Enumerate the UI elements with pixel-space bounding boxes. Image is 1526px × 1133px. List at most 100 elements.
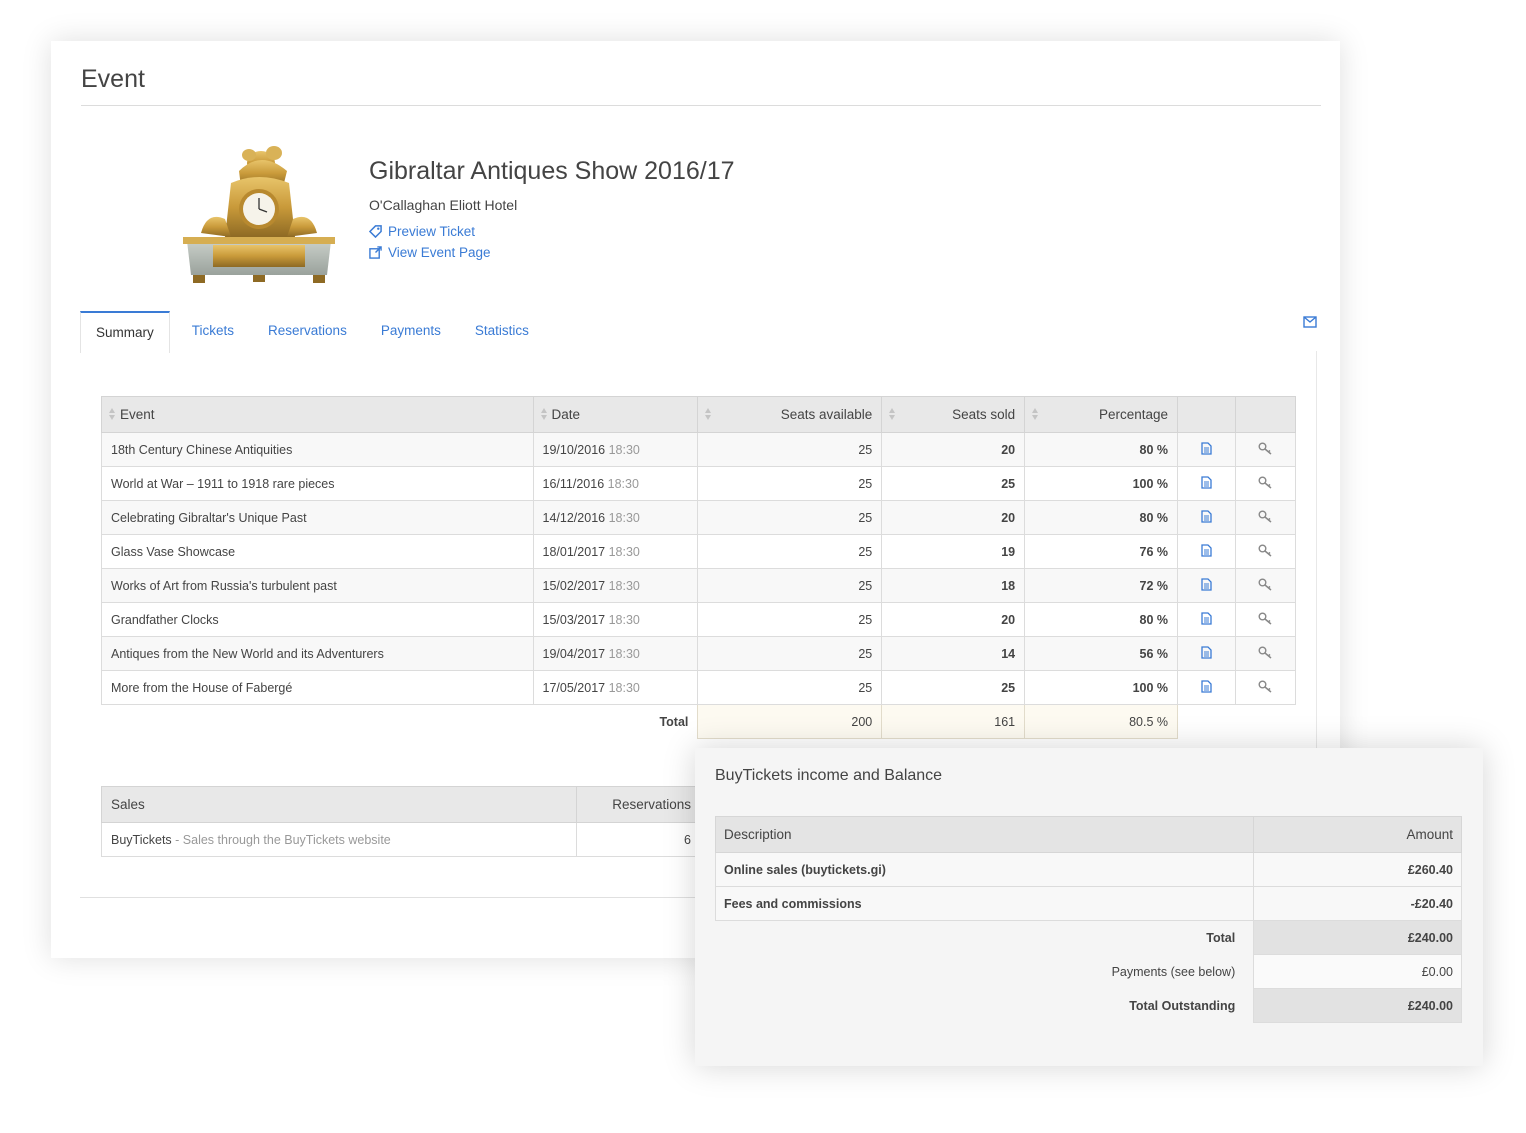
key-cell xyxy=(1234,602,1297,637)
sort-icon xyxy=(1032,408,1039,422)
time-value: 18:30 xyxy=(608,544,640,559)
time-value: 18:30 xyxy=(608,646,640,661)
balance-card: BuyTickets income and Balance Descriptio… xyxy=(695,748,1483,1066)
sales-channel-desc: - Sales through the BuyTickets website xyxy=(171,832,391,847)
seats-available-cell: 25 xyxy=(697,636,883,671)
date-cell: 19/04/2017 18:30 xyxy=(532,636,699,671)
document-icon[interactable] xyxy=(1201,611,1212,628)
date-value: 14/12/2016 xyxy=(542,510,606,525)
tab-reservations[interactable]: Reservations xyxy=(253,311,362,353)
balance-outstanding-amount: £240.00 xyxy=(1253,988,1462,1023)
seats-sold-cell: 20 xyxy=(881,602,1026,637)
seats-sold-cell: 25 xyxy=(881,466,1026,501)
seats-available-cell: 25 xyxy=(697,568,883,603)
col-doc xyxy=(1177,396,1236,433)
event-image xyxy=(183,146,335,283)
key-cell xyxy=(1234,534,1297,569)
sort-icon xyxy=(540,408,547,422)
document-icon[interactable] xyxy=(1201,679,1212,696)
document-cell xyxy=(1177,636,1236,671)
balance-total-row: Total £240.00 xyxy=(716,920,1462,955)
date-value: 18/01/2017 xyxy=(542,544,606,559)
balance-total-label: Total xyxy=(1206,930,1236,945)
tab-statistics[interactable]: Statistics xyxy=(460,311,544,353)
sort-icon xyxy=(109,408,115,422)
balance-desc: Fees and commissions xyxy=(714,886,1255,921)
balance-table: Description Amount Online sales (buytick… xyxy=(714,816,1462,1023)
key-cell xyxy=(1234,466,1297,501)
external-link-icon xyxy=(369,246,382,259)
date-cell: 15/03/2017 18:30 xyxy=(532,602,699,637)
col-date[interactable]: Date xyxy=(532,396,699,433)
title-divider xyxy=(81,105,1321,106)
percentage-cell: 100 % xyxy=(1024,466,1179,501)
key-icon[interactable] xyxy=(1258,680,1273,696)
key-icon[interactable] xyxy=(1258,578,1273,594)
percentage-cell: 80 % xyxy=(1024,500,1179,535)
col-percentage-label: Percentage xyxy=(1098,407,1169,422)
event-cell: Celebrating Gibraltar's Unique Past xyxy=(101,500,534,535)
date-value: 19/10/2016 xyxy=(542,442,606,457)
tab-tickets[interactable]: Tickets xyxy=(177,311,249,353)
col-key xyxy=(1234,396,1297,433)
col-seats-available-label: Seats available xyxy=(780,407,873,422)
date-value: 17/05/2017 xyxy=(542,680,606,695)
document-icon[interactable] xyxy=(1201,577,1212,594)
tab-summary[interactable]: Summary xyxy=(80,311,170,353)
col-seats-sold[interactable]: Seats sold xyxy=(881,396,1026,433)
tag-icon xyxy=(369,225,382,238)
date-value: 19/04/2017 xyxy=(542,646,606,661)
percentage-cell: 72 % xyxy=(1024,568,1179,603)
key-cell xyxy=(1234,670,1297,705)
percentage-cell: 80 % xyxy=(1024,602,1179,637)
seats-available-cell: 25 xyxy=(697,432,883,467)
seats-sold-cell: 18 xyxy=(881,568,1026,603)
col-percentage[interactable]: Percentage xyxy=(1024,396,1179,433)
col-reservations: Reservations xyxy=(576,786,701,823)
tab-payments[interactable]: Payments xyxy=(366,311,456,353)
page-title: Event xyxy=(81,65,145,93)
seats-sold-cell: 25 xyxy=(881,670,1026,705)
table-row: Works of Art from Russia's turbulent pas… xyxy=(101,568,1297,603)
preview-ticket-link[interactable]: Preview Ticket xyxy=(369,224,475,239)
event-cell: Antiques from the New World and its Adve… xyxy=(101,636,534,671)
table-row: Grandfather Clocks 15/03/2017 18:30 25 20 80… xyxy=(101,602,1297,637)
events-total-row: Total 200 161 80.5 % xyxy=(101,704,1296,739)
document-icon[interactable] xyxy=(1201,543,1212,560)
key-icon[interactable] xyxy=(1258,442,1273,458)
date-cell: 14/12/2016 18:30 xyxy=(532,500,699,535)
col-description: Description xyxy=(714,816,1255,853)
total-percentage: 80.5 % xyxy=(1024,704,1179,739)
key-icon[interactable] xyxy=(1258,646,1273,662)
key-icon[interactable] xyxy=(1258,510,1273,526)
envelope-icon[interactable] xyxy=(1303,316,1317,328)
col-seats-available[interactable]: Seats available xyxy=(697,396,883,433)
preview-ticket-label: Preview Ticket xyxy=(388,224,476,239)
event-name: Gibraltar Antiques Show 2016/17 xyxy=(369,157,735,185)
date-cell: 19/10/2016 18:30 xyxy=(532,432,699,467)
key-cell xyxy=(1234,568,1297,603)
percentage-cell: 56 % xyxy=(1024,636,1179,671)
date-cell: 16/11/2016 18:30 xyxy=(532,466,699,501)
time-value: 18:30 xyxy=(608,612,640,627)
view-event-page-link[interactable]: View Event Page xyxy=(369,245,491,260)
document-icon[interactable] xyxy=(1201,441,1212,458)
time-value: 18:30 xyxy=(608,578,640,593)
document-icon[interactable] xyxy=(1201,475,1212,492)
key-icon[interactable] xyxy=(1258,476,1273,492)
key-icon[interactable] xyxy=(1258,544,1273,560)
document-icon[interactable] xyxy=(1201,645,1212,662)
seats-sold-cell: 19 xyxy=(881,534,1026,569)
balance-title: BuyTickets income and Balance xyxy=(715,767,943,784)
col-amount: Amount xyxy=(1253,816,1462,853)
col-event[interactable]: Event xyxy=(101,396,534,433)
key-icon[interactable] xyxy=(1258,612,1273,628)
event-cell: 18th Century Chinese Antiquities xyxy=(101,432,534,467)
balance-amount: -£20.40 xyxy=(1253,886,1462,921)
document-cell xyxy=(1177,466,1236,501)
event-venue: O'Callaghan Eliott Hotel xyxy=(369,197,518,213)
percentage-cell: 100 % xyxy=(1024,670,1179,705)
document-icon[interactable] xyxy=(1201,509,1212,526)
table-row: Glass Vase Showcase 18/01/2017 18:30 25 19 7… xyxy=(101,534,1297,569)
sort-icon xyxy=(705,408,712,422)
